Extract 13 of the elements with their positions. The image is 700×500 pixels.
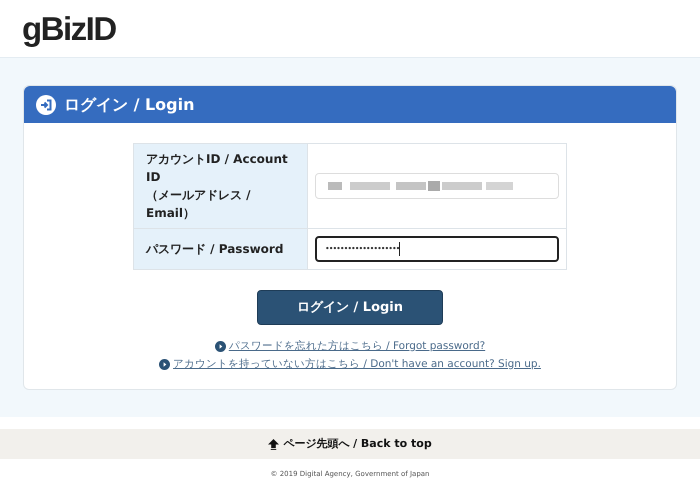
logo: gBizID	[22, 8, 116, 49]
password-field[interactable]: ••••••••••••••••••••	[315, 236, 559, 262]
panel-title: ログイン / Login	[64, 94, 194, 116]
back-to-top-link[interactable]: ページ先頭へ / Back to top	[283, 436, 432, 452]
text-cursor	[399, 242, 400, 256]
field-label: パスワード / Password	[146, 241, 284, 258]
email-field[interactable]	[315, 173, 559, 199]
text-link[interactable]: パスワードを忘れた方はこちら / Forgot password?	[228, 339, 486, 355]
login-icon	[36, 94, 56, 114]
up-arrow-icon	[268, 438, 280, 450]
login-button[interactable]: ログイン / Login	[257, 290, 443, 325]
text-link[interactable]: アカウントを持っていない方はこちら / Don't have an account? Sign up.	[173, 356, 541, 372]
field-label: アカウントID / Account ID （メールアドレス / Email）	[146, 151, 289, 222]
